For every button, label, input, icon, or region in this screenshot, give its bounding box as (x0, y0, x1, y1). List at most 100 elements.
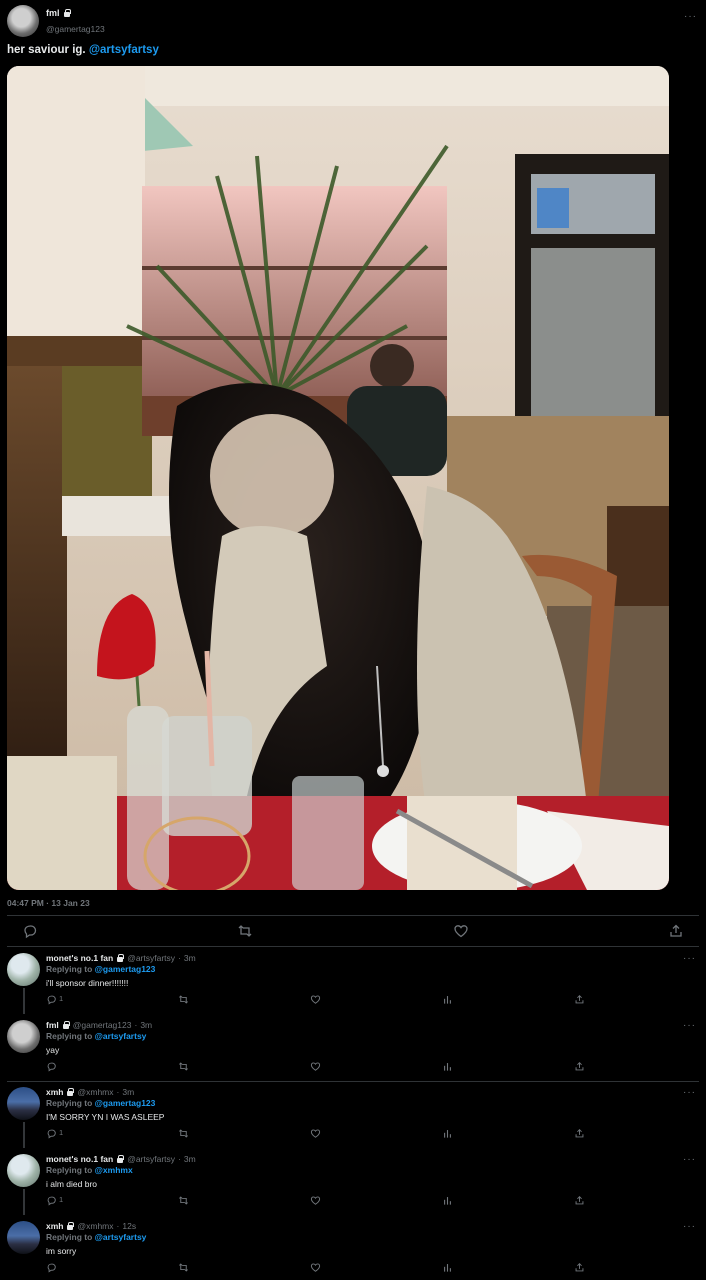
tweet-text-body: her saviour ig. (7, 44, 89, 56)
replying-to-mention[interactable]: @artsyfartsy (95, 1232, 147, 1242)
reply-text: I'M SORRY YN I WAS ASLEEP (46, 1112, 165, 1122)
reply-author-name[interactable]: fml (46, 1020, 59, 1030)
share-icon[interactable] (574, 1262, 585, 1273)
meta-separator: · (178, 1154, 181, 1164)
analytics-icon[interactable] (442, 1128, 453, 1139)
reply-tweet[interactable]: xmh @xmhmx · 3m Replying to @gamertag123 I'M … (0, 1082, 706, 1149)
reply-avatar[interactable] (7, 1221, 40, 1254)
replying-to-label: Replying to (46, 964, 95, 974)
replying-to: Replying to @artsyfartsy (46, 1232, 146, 1242)
lock-icon (66, 1088, 75, 1096)
replying-to-mention[interactable]: @gamertag123 (95, 964, 156, 974)
more-options-button[interactable]: ··· (683, 1222, 696, 1232)
reply-icon[interactable] (46, 1195, 57, 1206)
reply-author-handle[interactable]: @artsyfartsy (127, 953, 175, 963)
reply-icon[interactable] (46, 994, 57, 1005)
reply-text: im sorry (46, 1246, 77, 1256)
author-name[interactable]: fml (46, 8, 60, 18)
more-options-button[interactable]: ··· (683, 1088, 696, 1098)
share-icon[interactable] (668, 923, 684, 939)
reply-tweet[interactable]: monet's no.1 fan @artsyfartsy · 3m Replying … (0, 948, 706, 1015)
lock-icon (63, 9, 71, 17)
reply-author-name[interactable]: monet's no.1 fan (46, 1154, 113, 1164)
author-name-line[interactable]: fml (46, 8, 71, 18)
reply-time[interactable]: 3m (122, 1087, 134, 1097)
meta-separator: · (116, 1221, 120, 1231)
reply-tweet[interactable]: monet's no.1 fan @artsyfartsy · 3m Replying … (0, 1149, 706, 1216)
reply-avatar[interactable] (7, 953, 40, 986)
reply-icon[interactable] (46, 1128, 57, 1139)
analytics-icon[interactable] (442, 1262, 453, 1273)
replying-to-mention[interactable]: @artsyfartsy (95, 1031, 147, 1041)
author-avatar[interactable] (7, 5, 39, 37)
reply-text: i'll sponsor dinner!!!!!!! (46, 978, 129, 988)
tweet-photo[interactable] (7, 66, 669, 890)
reply-author-handle[interactable]: @xmhmx (77, 1087, 113, 1097)
tweet-timestamp[interactable]: 04:47 PM · 13 Jan 23 (7, 898, 90, 908)
like-icon[interactable] (310, 1262, 321, 1273)
reply-text: yay (46, 1045, 60, 1055)
reply-avatar[interactable] (7, 1087, 40, 1120)
reply-action-bar (46, 1059, 606, 1075)
author-handle[interactable]: @gamertag123 (46, 24, 105, 34)
reply-text: i alm died bro (46, 1179, 98, 1189)
like-icon[interactable] (310, 994, 321, 1005)
reply-time[interactable]: 12s (122, 1221, 136, 1231)
reply-header: xmh @xmhmx · 12s (46, 1221, 136, 1231)
reply-avatar[interactable] (7, 1154, 40, 1187)
replying-to-mention[interactable]: @gamertag123 (95, 1098, 156, 1108)
reply-author-name[interactable]: monet's no.1 fan (46, 953, 113, 963)
like-icon[interactable] (310, 1195, 321, 1206)
meta-separator: · (178, 953, 181, 963)
reply-author-name[interactable]: xmh (46, 1087, 63, 1097)
like-icon[interactable] (310, 1128, 321, 1139)
replying-to-label: Replying to (46, 1165, 95, 1175)
lock-icon (62, 1021, 70, 1029)
reply-action-bar: 1 (46, 992, 606, 1008)
reply-tweet[interactable]: fml @gamertag123 · 3m Replying to @artsyfart… (0, 1015, 706, 1082)
analytics-icon[interactable] (442, 1061, 453, 1072)
more-options-button[interactable]: ··· (684, 12, 697, 22)
reply-count: 1 (59, 994, 64, 1003)
like-icon[interactable] (453, 923, 469, 939)
reply-tweet[interactable]: xmh @xmhmx · 12s Replying to @artsyfartsy im … (0, 1216, 706, 1280)
tweet-header: fml @gamertag123 ··· (7, 5, 699, 39)
reply-icon[interactable] (46, 1262, 57, 1273)
reply-time[interactable]: 3m (184, 953, 196, 963)
share-icon[interactable] (574, 1195, 585, 1206)
more-options-button[interactable]: ··· (683, 954, 696, 964)
replying-to: Replying to @gamertag123 (46, 1098, 155, 1108)
reply-icon[interactable] (46, 1061, 57, 1072)
more-options-button[interactable]: ··· (683, 1155, 696, 1165)
retweet-icon[interactable] (178, 1128, 189, 1139)
retweet-icon[interactable] (178, 1195, 189, 1206)
reply-author-handle[interactable]: @artsyfartsy (127, 1154, 175, 1164)
replying-to-label: Replying to (46, 1098, 95, 1108)
share-icon[interactable] (574, 1128, 585, 1139)
analytics-icon[interactable] (442, 1195, 453, 1206)
reply-time[interactable]: 3m (140, 1020, 152, 1030)
reply-icon[interactable] (22, 923, 38, 939)
tweet-mention-link[interactable]: @artsyfartsy (89, 44, 159, 56)
more-options-button[interactable]: ··· (683, 1021, 696, 1031)
reply-time[interactable]: 3m (184, 1154, 196, 1164)
thread-line (23, 1189, 25, 1215)
like-icon[interactable] (310, 1061, 321, 1072)
reply-author-handle[interactable]: @gamertag123 (73, 1020, 132, 1030)
replying-to-mention[interactable]: @xmhmx (95, 1165, 133, 1175)
thread-line (23, 988, 25, 1014)
reply-author-handle[interactable]: @xmhmx (77, 1221, 113, 1231)
share-icon[interactable] (574, 994, 585, 1005)
analytics-icon[interactable] (442, 994, 453, 1005)
tweet-text: her saviour ig. @artsyfartsy (7, 44, 159, 56)
retweet-icon[interactable] (178, 994, 189, 1005)
share-icon[interactable] (574, 1061, 585, 1072)
retweet-icon[interactable] (237, 923, 253, 939)
retweet-icon[interactable] (178, 1061, 189, 1072)
reply-count: 1 (59, 1128, 64, 1137)
reply-header: monet's no.1 fan @artsyfartsy · 3m (46, 1154, 196, 1164)
reply-avatar[interactable] (7, 1020, 40, 1053)
reply-author-name[interactable]: xmh (46, 1221, 63, 1231)
retweet-icon[interactable] (178, 1262, 189, 1273)
reply-action-bar: 1 (46, 1193, 606, 1209)
